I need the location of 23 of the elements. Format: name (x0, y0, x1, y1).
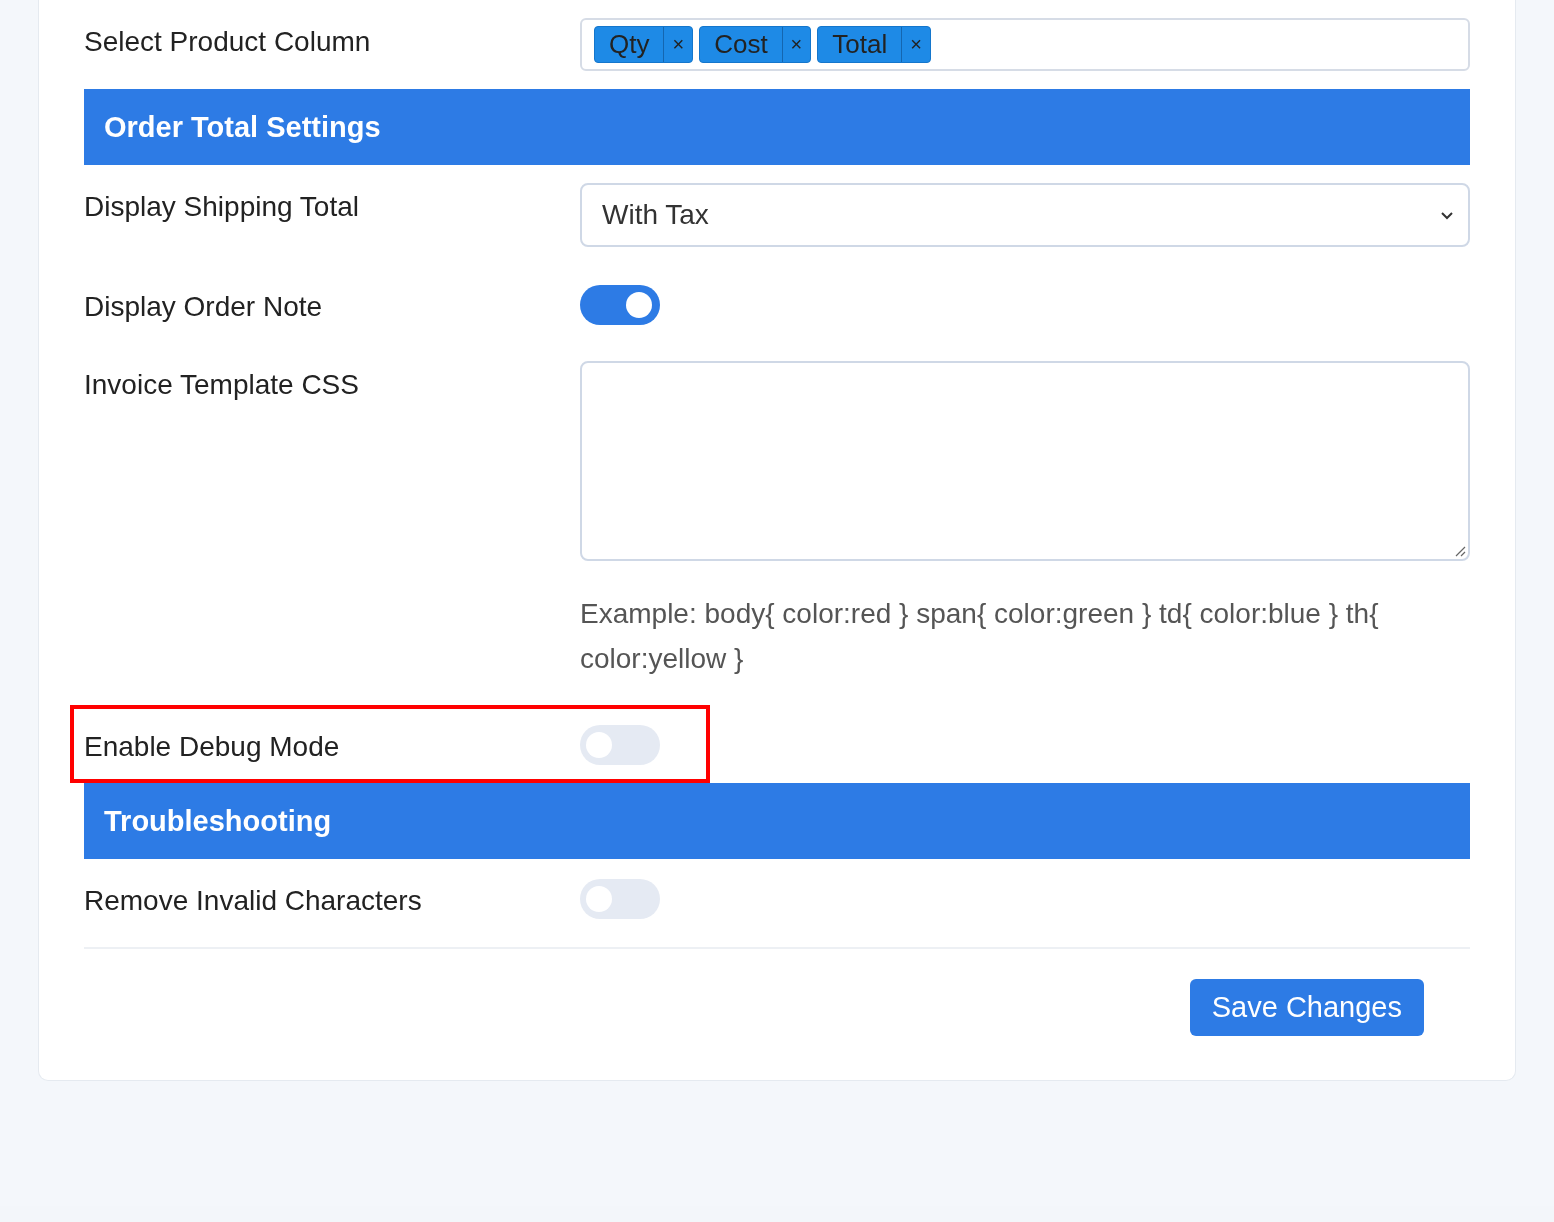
section-header: Order Total Settings (84, 89, 1470, 165)
tag-remove-button[interactable]: × (782, 27, 811, 62)
tag-remove-button[interactable]: × (902, 27, 930, 62)
toggle-switch[interactable] (580, 725, 660, 765)
resize-handle-icon[interactable] (1454, 545, 1466, 557)
field-label: Display Order Note (84, 290, 324, 324)
tag-select-field[interactable]: Qty × Cost × Total × (580, 18, 1470, 71)
toggle-switch[interactable] (580, 285, 660, 325)
tag-label: Total (818, 27, 903, 62)
tag-label: Qty (595, 27, 665, 62)
tag-label: Cost (700, 27, 783, 62)
field-label: Enable Debug Mode (84, 730, 341, 764)
field-label: Display Shipping Total (84, 190, 360, 224)
field-label: Select Product Column (84, 25, 372, 59)
toggle-switch[interactable] (580, 879, 660, 919)
dropdown-field[interactable]: With Tax (580, 183, 1470, 247)
section-header: Troubleshooting (84, 783, 1470, 859)
chevron-down-icon (1440, 210, 1454, 220)
tag-remove-button[interactable]: × (664, 27, 693, 62)
help-text: Example: body{ color:red } span{ color:green } td{ color:blue } th{ color:yellow } (580, 597, 1380, 676)
field-label: Invoice Template CSS (84, 368, 360, 402)
save-changes-button[interactable]: Save Changes (1189, 979, 1424, 1036)
field-label: Remove Invalid Characters (84, 884, 423, 918)
